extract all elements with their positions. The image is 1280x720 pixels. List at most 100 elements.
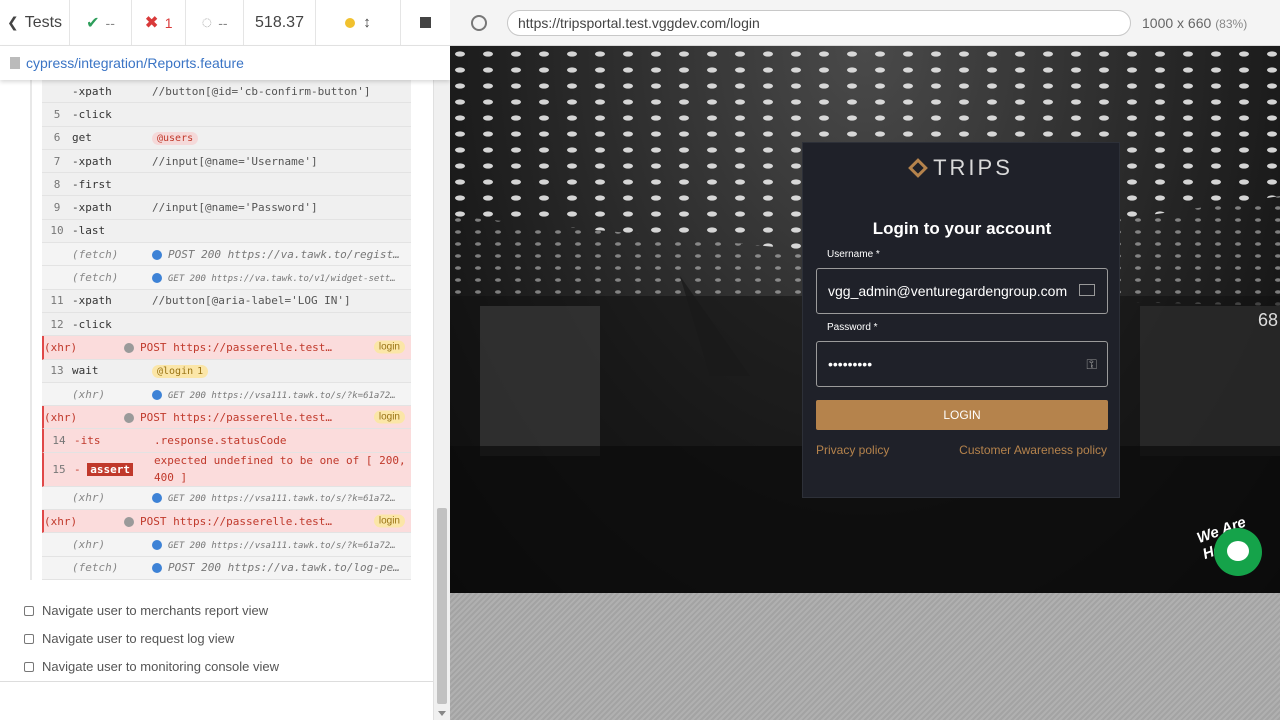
command-row[interactable]: 14 -its .response.statusCode <box>42 429 411 453</box>
status-dot-icon <box>345 17 356 28</box>
command-row[interactable]: 10 -last <box>42 219 411 244</box>
brand-logo: TRIPS <box>803 155 1121 181</box>
url-field[interactable]: https://tripsportal.test.vggdev.com/logi… <box>507 10 1131 36</box>
status-dot-icon <box>152 273 162 284</box>
customer-awareness-link[interactable]: Customer Awareness policy <box>959 443 1107 457</box>
spec-path[interactable]: cypress/integration/Reports.feature <box>26 55 244 71</box>
status-dot-icon <box>152 249 162 260</box>
command-name: -click <box>72 317 112 331</box>
checkbox-icon <box>24 661 34 672</box>
message-text: expected undefined to be one of [ 200, 4… <box>154 454 406 485</box>
password-label: Password * <box>827 322 878 333</box>
command-row[interactable]: 6 get @users <box>42 126 411 150</box>
test-runner-panel: ❮ Tests ✔ -- ✖ 1 ◌ -- 518.37 ↕ cypress/i… <box>0 0 450 720</box>
x-icon: ✖ <box>144 12 159 32</box>
command-name: (xhr) <box>44 410 78 424</box>
status-dot-icon <box>152 563 162 574</box>
command-name: (xhr) <box>72 387 106 401</box>
brand-name: TRIPS <box>933 155 1013 180</box>
login-button[interactable]: LOGIN <box>816 400 1108 430</box>
spec-path-bar: cypress/integration/Reports.feature <box>0 46 450 80</box>
diamond-icon <box>908 158 928 178</box>
alias-badge: login <box>373 410 405 424</box>
message-text: .response.statusCode <box>154 434 287 448</box>
event-row[interactable]: (xhr) POST https://passerelle.test… login <box>42 406 411 430</box>
file-icon <box>10 57 20 69</box>
autoscroll-toggle[interactable]: ↕ <box>316 0 401 46</box>
tests-button[interactable]: ❮ Tests <box>0 0 70 46</box>
password-field[interactable]: ••••••••• ⚿ <box>816 341 1108 387</box>
command-row[interactable]: 7 -xpath //input[@name='Username'] <box>42 149 411 174</box>
scroll-down-icon[interactable] <box>438 711 446 716</box>
event-row[interactable]: (fetch) GET 200 https://va.tawk.to/v1/wid… <box>42 266 411 290</box>
passed-count: ✔ -- <box>70 0 132 46</box>
alias-count: 1 <box>197 365 204 377</box>
command-row[interactable]: 5 -click <box>42 103 411 127</box>
command-message: POST https://passerelle.test… <box>124 411 411 424</box>
stop-button[interactable] <box>401 0 450 46</box>
scrollbar-thumb[interactable] <box>437 508 447 704</box>
status-dot-icon <box>124 342 134 353</box>
command-name: -xpath <box>72 84 112 98</box>
message-text: GET 200 https://vsa111.tawk.to/s/?k=61a7… <box>168 540 396 551</box>
command-message: @login 1 <box>152 364 411 378</box>
test-item[interactable]: Navigate user to monitoring console view <box>24 659 279 674</box>
command-name: -click <box>72 107 112 121</box>
privacy-policy-link[interactable]: Privacy policy <box>816 443 889 457</box>
event-row[interactable]: (fetch) POST 200 https://va.tawk.to/log-p… <box>42 556 411 580</box>
command-row[interactable]: -xpath //button[@id='cb-confirm-button'] <box>42 80 411 104</box>
command-row[interactable]: 15 - assert expected undefined to be one o… <box>42 452 411 487</box>
command-message: expected undefined to be one of [ 200, 4… <box>154 452 411 486</box>
alias-badge: login <box>373 340 405 354</box>
command-name: -first <box>72 177 112 191</box>
event-row[interactable]: (xhr) GET 200 https://vsa111.tawk.to/s/?k… <box>42 533 411 557</box>
message-text: POST 200 https://va.tawk.to/log-pe… <box>168 561 400 575</box>
command-row[interactable]: 13 wait @login 1 <box>42 359 411 383</box>
command-name: get <box>72 131 92 145</box>
assert-badge: assert <box>87 462 133 476</box>
command-row[interactable]: 9 -xpath //input[@name='Password'] <box>42 196 411 220</box>
test-title: Navigate user to monitoring console view <box>42 659 280 674</box>
command-row[interactable]: 11 -xpath //button[@aria-label='LOG IN'] <box>42 289 411 313</box>
message-text: //button[@aria-label='LOG IN'] <box>152 294 351 308</box>
command-name: -xpath <box>72 294 112 308</box>
app-viewport: 68 TRIPS Login to your account Username … <box>450 46 1280 593</box>
command-number: 5 <box>53 107 61 121</box>
command-name: (fetch) <box>72 561 119 575</box>
scroll-arrows-icon: ↕ <box>363 14 371 31</box>
login-card: TRIPS Login to your account Username * v… <box>802 142 1120 498</box>
crosshair-icon[interactable] <box>471 15 487 31</box>
status-dot-icon <box>152 539 162 550</box>
test-item[interactable]: Navigate user to request log view <box>24 631 234 646</box>
duration-value: 518.37 <box>255 13 304 31</box>
command-message: //input[@name='Password'] <box>152 201 411 214</box>
command-message: //button[@id='cb-confirm-button'] <box>152 85 411 98</box>
message-text: POST https://passerelle.test… <box>140 410 333 424</box>
pending-value: -- <box>218 14 228 31</box>
command-number: 7 <box>53 154 61 168</box>
chat-widget-button[interactable] <box>1214 528 1262 576</box>
event-row[interactable]: (xhr) POST https://passerelle.test… login <box>42 510 411 534</box>
app-preview: https://tripsportal.test.vggdev.com/logi… <box>450 0 1280 720</box>
event-row[interactable]: (xhr) GET 200 https://vsa111.tawk.to/s/?k… <box>42 486 411 511</box>
username-field[interactable]: vgg_admin@venturegardengroup.com <box>816 268 1108 314</box>
chevron-left-icon: ❮ <box>6 14 19 30</box>
test-title: Navigate user to merchants report view <box>42 603 269 618</box>
command-row[interactable]: 12 -click <box>42 312 411 337</box>
command-message: GET 200 https://vsa111.tawk.to/s/?k=61a7… <box>152 538 411 551</box>
command-name: wait <box>72 364 99 378</box>
command-number: 15 <box>52 462 66 476</box>
command-number: 12 <box>50 317 64 331</box>
command-name: - assert <box>74 462 154 476</box>
test-item[interactable]: Navigate user to merchants report view <box>24 603 268 618</box>
event-row[interactable]: (xhr) GET 200 https://vsa111.tawk.to/s/?k… <box>42 382 411 407</box>
checkbox-icon <box>24 605 34 616</box>
command-message: .response.statusCode <box>154 434 411 447</box>
event-row[interactable]: (xhr) POST https://passerelle.test… login <box>42 336 411 360</box>
event-row[interactable]: (fetch) POST 200 https://va.tawk.to/regis… <box>42 243 411 267</box>
command-message: POST https://passerelle.test… <box>124 515 411 528</box>
tree-line <box>30 80 32 580</box>
command-row[interactable]: 8 -first <box>42 173 411 197</box>
scrollbar[interactable] <box>433 80 450 720</box>
username-value: vgg_admin@venturegardengroup.com <box>828 283 1068 299</box>
